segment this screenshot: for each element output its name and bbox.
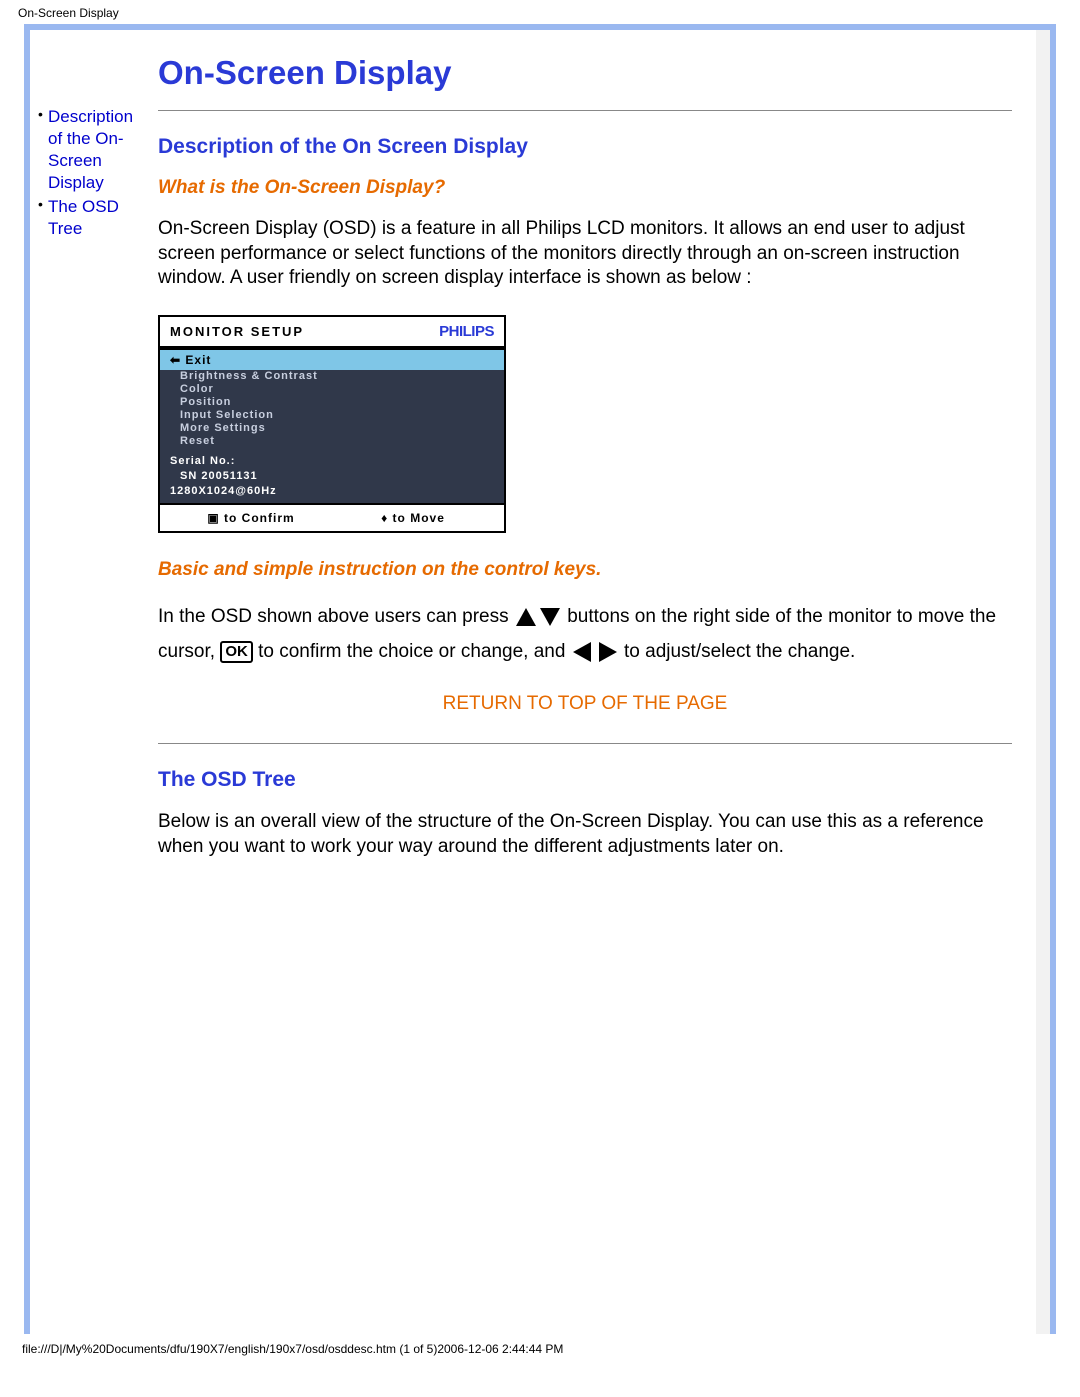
- page-footer-path: file:///D|/My%20Documents/dfu/190X7/engl…: [0, 1334, 1080, 1364]
- return-to-top-link[interactable]: RETURN TO TOP OF THE PAGE: [443, 693, 728, 714]
- sidebar-item-description[interactable]: Description of the On-Screen Display: [38, 106, 146, 194]
- osd-menu-item: Position: [160, 396, 504, 409]
- instr-text-d: to adjust/select the change.: [624, 641, 855, 662]
- osd-serial-label: Serial No.:: [170, 454, 494, 469]
- instr-text-c: to confirm the choice or change, and: [258, 641, 571, 662]
- paragraph-instructions: In the OSD shown above users can press b…: [158, 599, 1012, 669]
- osd-header: MONITOR SETUP PHILIPS: [160, 317, 504, 348]
- osd-resolution: 1280X1024@60Hz: [170, 484, 494, 499]
- osd-menu-exit: ⬅ Exit: [160, 350, 504, 370]
- osd-menu-item: More Settings: [160, 422, 504, 435]
- subheading-what-is-osd: What is the On-Screen Display?: [158, 177, 1012, 199]
- osd-menu: ⬅ Exit Brightness & Contrast Color Posit…: [160, 348, 504, 503]
- left-right-arrows-icon: [571, 641, 619, 663]
- section-heading-osd-tree: The OSD Tree: [158, 768, 1012, 792]
- paragraph-osd-description: On-Screen Display (OSD) is a feature in …: [158, 217, 1012, 291]
- osd-menu-item: Brightness & Contrast: [160, 370, 504, 383]
- sidebar-link-description[interactable]: Description of the On-Screen Display: [48, 107, 133, 192]
- subheading-instructions: Basic and simple instruction on the cont…: [158, 559, 1012, 581]
- osd-footer-move: ♦ to Move: [332, 511, 494, 525]
- page-title: On-Screen Display: [158, 54, 1012, 92]
- osd-screenshot: MONITOR SETUP PHILIPS ⬅ Exit Brightness …: [158, 315, 506, 533]
- up-down-arrows-icon: [514, 606, 562, 628]
- sidebar-item-osd-tree[interactable]: The OSD Tree: [38, 196, 146, 240]
- window-title: On-Screen Display: [0, 0, 1080, 24]
- osd-footer: ▣ to Confirm ♦ to Move: [160, 503, 504, 531]
- osd-menu-item: Reset: [160, 435, 504, 448]
- paragraph-osd-tree: Below is an overall view of the structur…: [158, 810, 1012, 859]
- return-to-top[interactable]: RETURN TO TOP OF THE PAGE: [158, 693, 1012, 715]
- sidebar-nav: Description of the On-Screen Display The…: [30, 54, 150, 1334]
- section-heading-description: Description of the On Screen Display: [158, 135, 1012, 159]
- osd-menu-item: Color: [160, 383, 504, 396]
- content-frame: Description of the On-Screen Display The…: [24, 24, 1056, 1334]
- osd-serial-value: SN 20051131: [170, 469, 494, 484]
- sidebar-link-osd-tree[interactable]: The OSD Tree: [48, 197, 119, 238]
- osd-header-title: MONITOR SETUP: [170, 324, 304, 339]
- ok-button-icon: OK: [220, 641, 253, 663]
- divider: [158, 110, 1012, 111]
- osd-info-block: Serial No.: SN 20051131 1280X1024@60Hz: [160, 448, 504, 503]
- instr-text-a: In the OSD shown above users can press: [158, 606, 514, 627]
- main-content: On-Screen Display Description of the On …: [150, 54, 1028, 1334]
- philips-logo: PHILIPS: [439, 323, 494, 340]
- divider: [158, 743, 1012, 744]
- osd-footer-confirm: ▣ to Confirm: [170, 511, 332, 525]
- osd-menu-item: Input Selection: [160, 409, 504, 422]
